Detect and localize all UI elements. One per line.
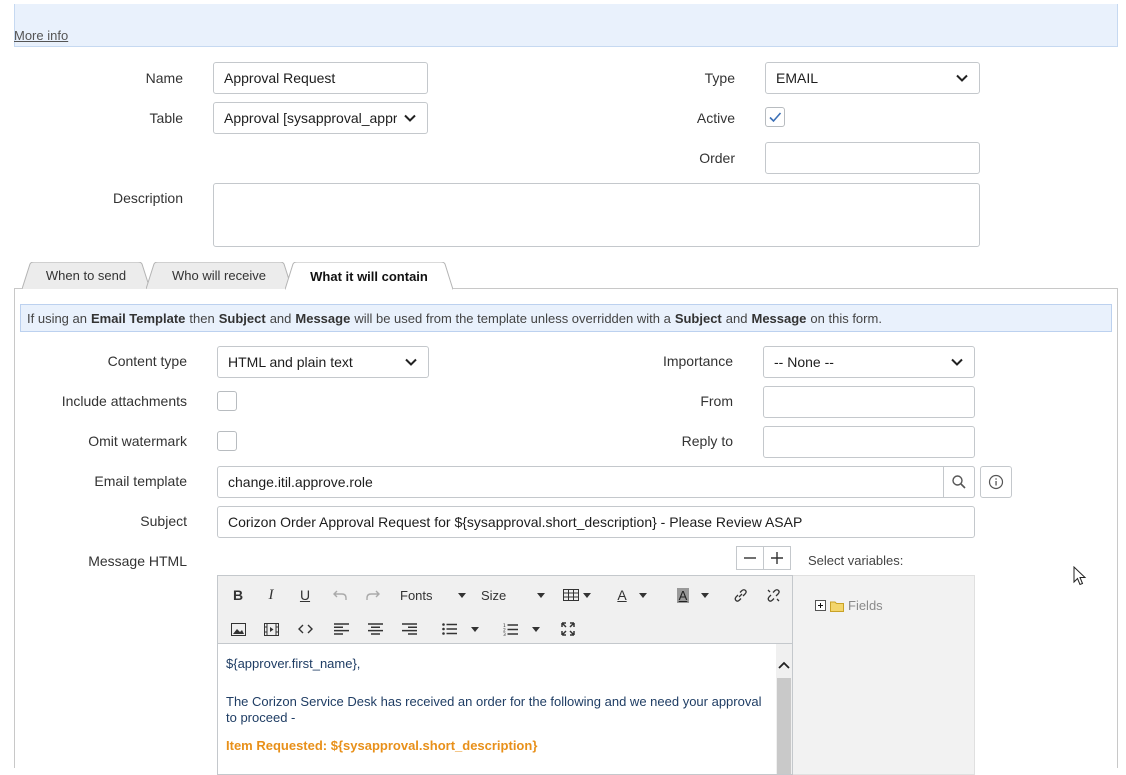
video-icon[interactable] <box>261 618 281 640</box>
undo-icon[interactable] <box>330 584 350 606</box>
chevron-down-icon <box>955 71 969 85</box>
template-notice: If using an Email Template then Subject and M… <box>20 304 1112 332</box>
checkmark-icon <box>769 112 782 123</box>
omit-watermark-checkbox[interactable] <box>217 431 237 451</box>
omit-watermark-label: Omit watermark <box>88 433 187 449</box>
text-color-icon[interactable]: A <box>610 584 654 606</box>
reply-to-label: Reply to <box>681 433 733 449</box>
name-value: Approval Request <box>224 70 336 86</box>
editor-content[interactable]: ${approver.first_name}, The Corizon Serv… <box>218 644 774 774</box>
order-label: Order <box>699 150 735 166</box>
lookup-search-button[interactable] <box>943 466 975 498</box>
editor-scrollbar[interactable] <box>776 644 792 774</box>
italic-icon[interactable]: I <box>261 584 281 606</box>
name-input[interactable]: Approval Request <box>213 62 428 94</box>
table-value: Approval [sysapproval_approver] <box>224 110 397 126</box>
chevron-down-icon <box>950 355 964 369</box>
active-label: Active <box>696 110 735 126</box>
type-value: EMAIL <box>776 70 819 86</box>
include-attachments-label: Include attachments <box>61 393 187 409</box>
tab-label: What it will contain <box>310 268 428 284</box>
email-template-value: change.itil.approve.role <box>228 474 373 490</box>
email-template-input[interactable]: change.itil.approve.role <box>217 466 975 498</box>
info-icon <box>988 474 1004 490</box>
tab-what-it-will-contain[interactable]: What it will contain <box>285 262 453 290</box>
table-icon[interactable] <box>561 584 593 606</box>
from-label: From <box>700 393 733 409</box>
search-icon <box>952 475 966 489</box>
greeting-line: ${approver.first_name}, <box>226 656 361 671</box>
subject-value: Corizon Order Approval Request for ${sys… <box>228 514 803 530</box>
redo-icon[interactable] <box>363 584 383 606</box>
importance-select[interactable]: -- None -- <box>763 346 975 378</box>
minus-icon <box>744 557 756 559</box>
scrollbar-thumb[interactable] <box>777 678 791 774</box>
item-requested-line: Item Requested: ${sysapproval.short_desc… <box>226 738 538 753</box>
bullet-list-icon[interactable] <box>436 618 484 640</box>
align-left-icon[interactable] <box>331 618 351 640</box>
description-label: Description <box>112 190 183 206</box>
align-center-icon[interactable] <box>365 618 385 640</box>
fullscreen-icon[interactable] <box>558 618 578 640</box>
numbered-list-icon[interactable]: 123 <box>498 618 544 640</box>
content-type-label: Content type <box>107 353 187 369</box>
background-color-icon[interactable]: A <box>670 584 716 606</box>
type-label: Type <box>704 70 735 86</box>
active-checkbox[interactable] <box>765 107 785 127</box>
reply-to-input[interactable] <box>763 426 975 458</box>
subject-input[interactable]: Corizon Order Approval Request for ${sys… <box>217 506 975 538</box>
preview-info-button[interactable] <box>980 466 1012 498</box>
more-info-link[interactable]: More info <box>14 28 68 43</box>
tab-who-will-receive[interactable]: Who will receive <box>146 262 292 289</box>
tab-label: When to send <box>45 268 127 283</box>
image-icon[interactable] <box>228 618 248 640</box>
tree-item-fields[interactable]: Fields <box>815 598 883 613</box>
html-editor[interactable]: B I U Fonts Size A A 1 2 3 ${approver.fi… <box>217 575 793 775</box>
table-select[interactable]: Approval [sysapproval_approver] <box>213 102 428 134</box>
expand-icon[interactable] <box>815 600 826 611</box>
underline-icon[interactable]: U <box>295 584 315 606</box>
scroll-up-icon[interactable] <box>776 658 792 672</box>
email-template-label: Email template <box>94 473 187 489</box>
subject-label: Subject <box>140 513 187 529</box>
tab-label: Who will receive <box>172 268 266 283</box>
mouse-cursor-icon <box>1073 566 1087 586</box>
body-line: The Corizon Service Desk has received an… <box>226 694 762 725</box>
collapse-editor-button[interactable] <box>736 546 764 570</box>
chevron-down-icon <box>403 111 417 125</box>
editor-toolbar: B I U Fonts Size A A 1 2 3 <box>218 576 792 644</box>
fonts-dropdown[interactable]: Fonts <box>400 584 466 606</box>
description-textarea[interactable] <box>213 183 980 247</box>
tab-when-to-send[interactable]: When to send <box>22 262 150 289</box>
content-type-value: HTML and plain text <box>228 354 353 370</box>
name-label: Name <box>145 70 183 86</box>
message-html-label: Message HTML <box>88 553 187 569</box>
importance-label: Importance <box>662 353 733 369</box>
caret-down-icon <box>537 592 545 598</box>
select-variables-label: Select variables: <box>808 553 904 568</box>
expand-editor-button[interactable] <box>763 546 791 570</box>
caret-down-icon <box>458 592 466 598</box>
type-select[interactable]: EMAIL <box>765 62 980 94</box>
bold-icon[interactable]: B <box>228 584 248 606</box>
chevron-down-icon <box>404 355 418 369</box>
folder-icon <box>830 601 844 612</box>
table-label: Table <box>149 110 183 126</box>
order-input[interactable] <box>765 142 980 174</box>
from-input[interactable] <box>763 386 975 418</box>
info-banner <box>14 4 1118 47</box>
select-variables-panel: Fields <box>793 575 975 775</box>
include-attachments-checkbox[interactable] <box>217 391 237 411</box>
content-type-select[interactable]: HTML and plain text <box>217 346 429 378</box>
plus-icon <box>771 552 783 564</box>
svg-text:3: 3 <box>503 632 506 636</box>
importance-value: -- None -- <box>774 354 834 370</box>
code-icon[interactable] <box>295 618 315 640</box>
unlink-icon[interactable] <box>763 584 783 606</box>
link-icon[interactable] <box>730 584 750 606</box>
size-dropdown[interactable]: Size <box>481 584 545 606</box>
align-right-icon[interactable] <box>399 618 419 640</box>
